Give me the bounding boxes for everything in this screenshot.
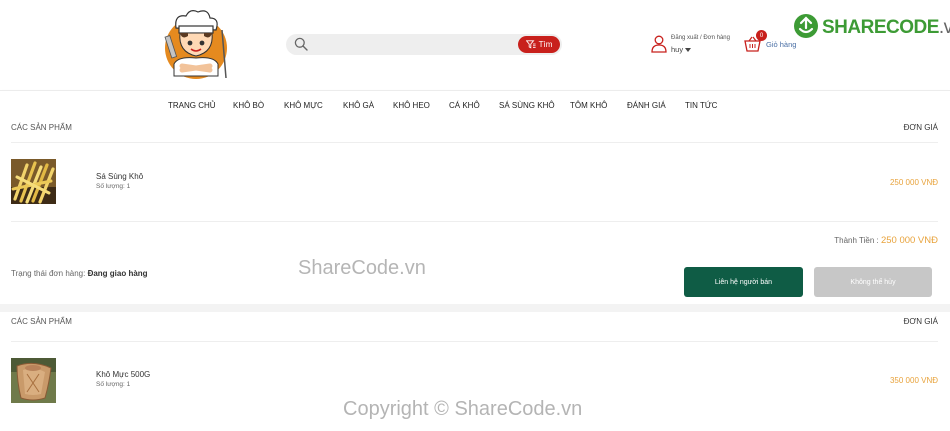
recycle-logo-icon — [794, 14, 818, 38]
nav-item-tin-tuc[interactable]: TIN TỨC — [685, 101, 717, 110]
unit-price-heading: ĐƠN GIÁ — [903, 317, 938, 326]
watermark-text: ShareCode.vn — [298, 257, 426, 279]
search-button[interactable]: Tìm — [518, 36, 560, 53]
nav-item-ca-kho[interactable]: CÁ KHÔ — [449, 101, 480, 110]
brand-wordmark: SHARECODE.vn — [822, 17, 950, 38]
item-price: 250 000 VNĐ — [889, 178, 938, 187]
item-quantity: Số lượng: 1 — [96, 381, 131, 388]
nav-item-sa-sung-kho[interactable]: SÁ SÙNG KHÔ — [499, 101, 555, 110]
contact-seller-button[interactable]: Liên hệ người bán — [684, 267, 803, 297]
search-icon — [294, 37, 308, 51]
account-name[interactable]: huy — [671, 45, 692, 54]
total-amount: 250 000 VNĐ — [880, 235, 938, 246]
nav-item-kho-heo[interactable]: KHÔ HEO — [393, 101, 430, 110]
nav-item-kho-bo[interactable]: KHÔ BÒ — [233, 101, 264, 110]
nav-item-kho-ga[interactable]: KHÔ GÀ — [343, 101, 374, 110]
copyright-watermark: Copyright © ShareCode.vn — [343, 398, 583, 420]
account-menu[interactable]: Đăng xuất / Đơn hàng huy — [651, 34, 741, 58]
search-bar: Tìm — [286, 34, 562, 55]
order-card: CÁC SẢN PHẨM ĐƠN GIÁ Sá Sùng Khô Số lượn… — [0, 118, 950, 304]
status-value: Đang giao hàng — [87, 269, 148, 278]
status-label: Trạng thái đơn hàng: — [11, 269, 88, 278]
sharecode-logo: SHARECODE.vn — [792, 12, 950, 42]
caret-down-icon — [685, 47, 692, 52]
account-name-text: huy — [671, 45, 684, 54]
item-price: 350 000 VNĐ — [889, 376, 938, 385]
search-input[interactable] — [314, 36, 514, 53]
products-heading: CÁC SẢN PHẨM — [11, 317, 72, 326]
divider — [11, 142, 938, 143]
account-links[interactable]: Đăng xuất / Đơn hàng — [671, 35, 730, 41]
filter-icon — [525, 40, 536, 49]
total-label: Thành Tiền : — [834, 236, 881, 245]
search-button-label: Tìm — [538, 40, 553, 49]
chef-logo[interactable] — [160, 6, 232, 82]
product-image[interactable] — [11, 358, 56, 403]
products-heading: CÁC SẢN PHẨM — [11, 123, 72, 132]
main-nav: TRANG CHỦ KHÔ BÒ KHÔ MỰC KHÔ GÀ KHÔ HEO … — [0, 90, 950, 118]
nav-item-danh-gia[interactable]: ĐÁNH GIÁ — [627, 101, 666, 110]
item-name[interactable]: Khô Mực 500G — [96, 370, 150, 379]
order-total: Thành Tiền : 250 000 VNĐ — [834, 235, 938, 246]
item-name[interactable]: Sá Sùng Khô — [96, 172, 143, 181]
divider — [11, 341, 938, 342]
unit-price-heading: ĐƠN GIÁ — [903, 123, 938, 132]
order-separator — [0, 304, 950, 312]
nav-item-kho-muc[interactable]: KHÔ MỰC — [284, 101, 323, 110]
nav-item-trang-chu[interactable]: TRANG CHỦ — [168, 101, 216, 110]
user-icon — [651, 35, 667, 53]
site-header: Tìm Đăng xuất / Đơn hàng huy 0 Giỏ hàng … — [0, 0, 950, 90]
order-status: Trạng thái đơn hàng: Đang giao hàng — [11, 269, 148, 278]
cancel-order-button: Không thể hủy — [814, 267, 932, 297]
divider — [11, 221, 938, 222]
nav-item-tom-kho[interactable]: TÔM KHÔ — [570, 101, 607, 110]
item-quantity: Số lượng: 1 — [96, 183, 131, 190]
product-image[interactable] — [11, 159, 56, 204]
